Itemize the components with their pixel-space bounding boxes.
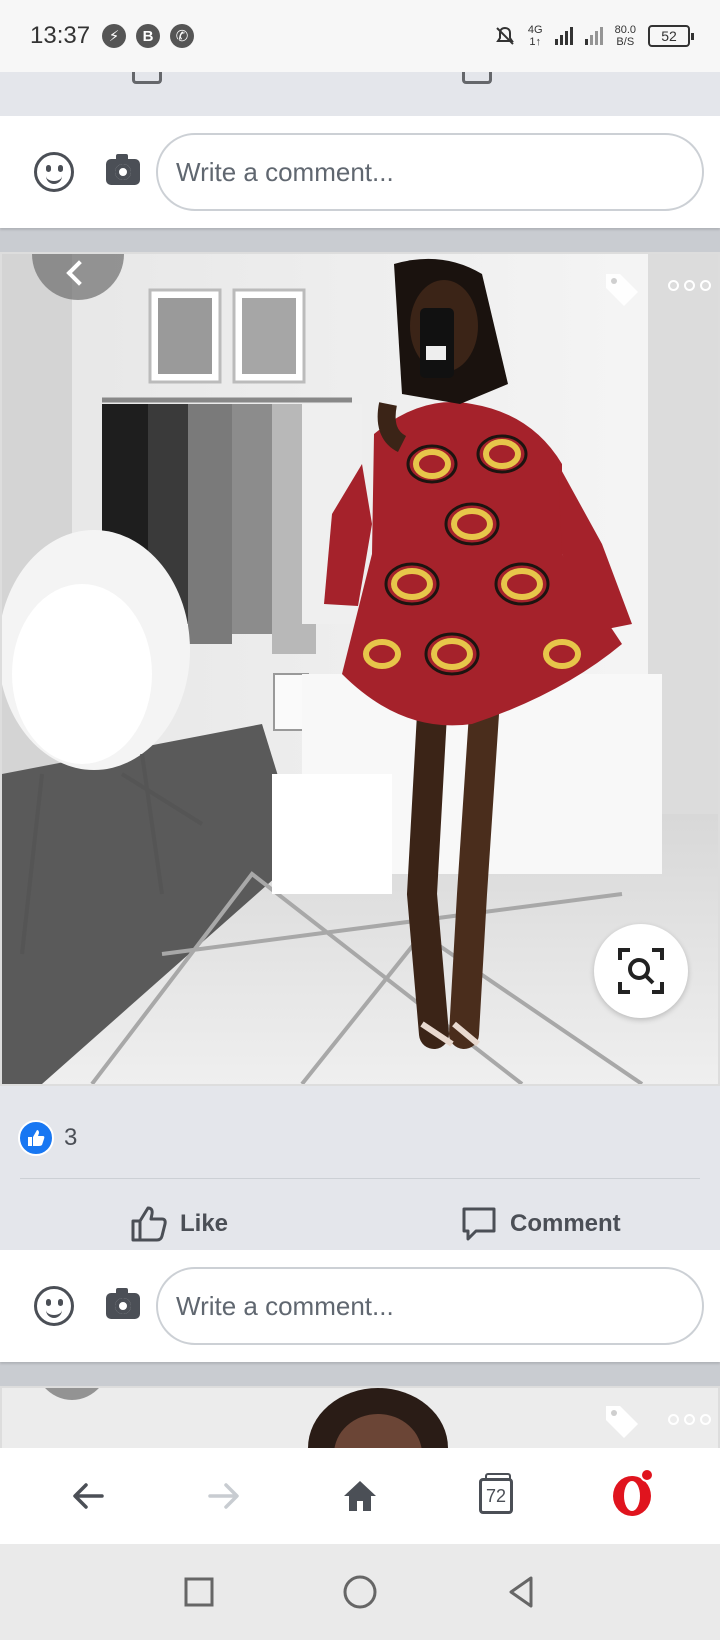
- like-icon: [132, 72, 162, 84]
- home-button[interactable]: [324, 1460, 396, 1532]
- emoji-icon[interactable]: [34, 152, 74, 192]
- thumbs-up-icon: [131, 1206, 167, 1242]
- news-feed[interactable]: 3 Like Comment: [0, 72, 720, 1448]
- network-type: 4G 1↑: [527, 24, 543, 48]
- post-photo[interactable]: [0, 252, 720, 1086]
- clock: 13:37: [30, 22, 91, 49]
- post-reactions-bar: 3 Like Comment: [0, 1086, 720, 1266]
- comment-composer: [0, 1250, 720, 1362]
- like-reaction-icon: [18, 1120, 54, 1156]
- like-label: Like: [180, 1210, 229, 1237]
- back-triangle-icon[interactable]: [503, 1574, 539, 1610]
- tabs-icon: 72: [479, 1473, 513, 1514]
- comment-button[interactable]: Comment: [460, 1198, 621, 1250]
- comment-icon: [462, 72, 492, 84]
- emoji-icon[interactable]: [34, 1286, 74, 1326]
- camera-icon[interactable]: [106, 1288, 140, 1319]
- back-button[interactable]: [52, 1460, 124, 1532]
- bell-muted-icon: [496, 26, 514, 45]
- home-icon: [344, 1481, 376, 1511]
- visual-search-icon: [618, 948, 664, 994]
- comment-bubble-icon: [462, 1207, 496, 1241]
- camera-icon[interactable]: [106, 154, 140, 185]
- home-circle-icon[interactable]: [340, 1572, 380, 1612]
- previous-post-actions-strip: [0, 72, 720, 116]
- flash-notification-icon: ⚡: [102, 24, 127, 48]
- tag-icon[interactable]: [602, 1400, 642, 1440]
- reaction-count[interactable]: 3: [64, 1124, 77, 1152]
- system-navigation-bar: [0, 1544, 720, 1640]
- comment-input[interactable]: [156, 1267, 704, 1345]
- status-bar: 13:37 ⚡ B ✆ 4G 1↑ 80.0 B/S 52: [0, 0, 720, 72]
- network-speed: 80.0 B/S: [614, 24, 636, 48]
- more-options-icon[interactable]: [668, 1414, 711, 1425]
- forward-arrow-icon: [208, 1483, 239, 1509]
- next-post-photo[interactable]: [0, 1386, 720, 1448]
- comment-input[interactable]: [156, 133, 704, 211]
- comment-composer: [0, 116, 720, 228]
- visual-search-button[interactable]: [594, 924, 688, 1018]
- forward-button[interactable]: [188, 1460, 260, 1532]
- like-button[interactable]: Like: [130, 1198, 228, 1250]
- tag-icon[interactable]: [602, 268, 642, 308]
- recents-icon[interactable]: [181, 1574, 217, 1610]
- signal-sim2-icon: [584, 27, 603, 45]
- back-arrow-icon: [73, 1483, 104, 1509]
- notification-dot: [640, 1468, 654, 1482]
- more-options-icon[interactable]: [668, 280, 711, 291]
- whatsapp-notification-icon: ✆: [170, 24, 195, 48]
- divider: [20, 1178, 700, 1179]
- signal-sim1-icon: [554, 27, 573, 45]
- opera-menu-button[interactable]: [596, 1460, 668, 1532]
- b-app-notification-icon: B: [136, 24, 161, 48]
- browser-toolbar: 72: [0, 1448, 720, 1544]
- comment-label: Comment: [510, 1210, 621, 1237]
- tabs-button[interactable]: 72: [460, 1460, 532, 1532]
- battery-icon: 52: [648, 25, 694, 47]
